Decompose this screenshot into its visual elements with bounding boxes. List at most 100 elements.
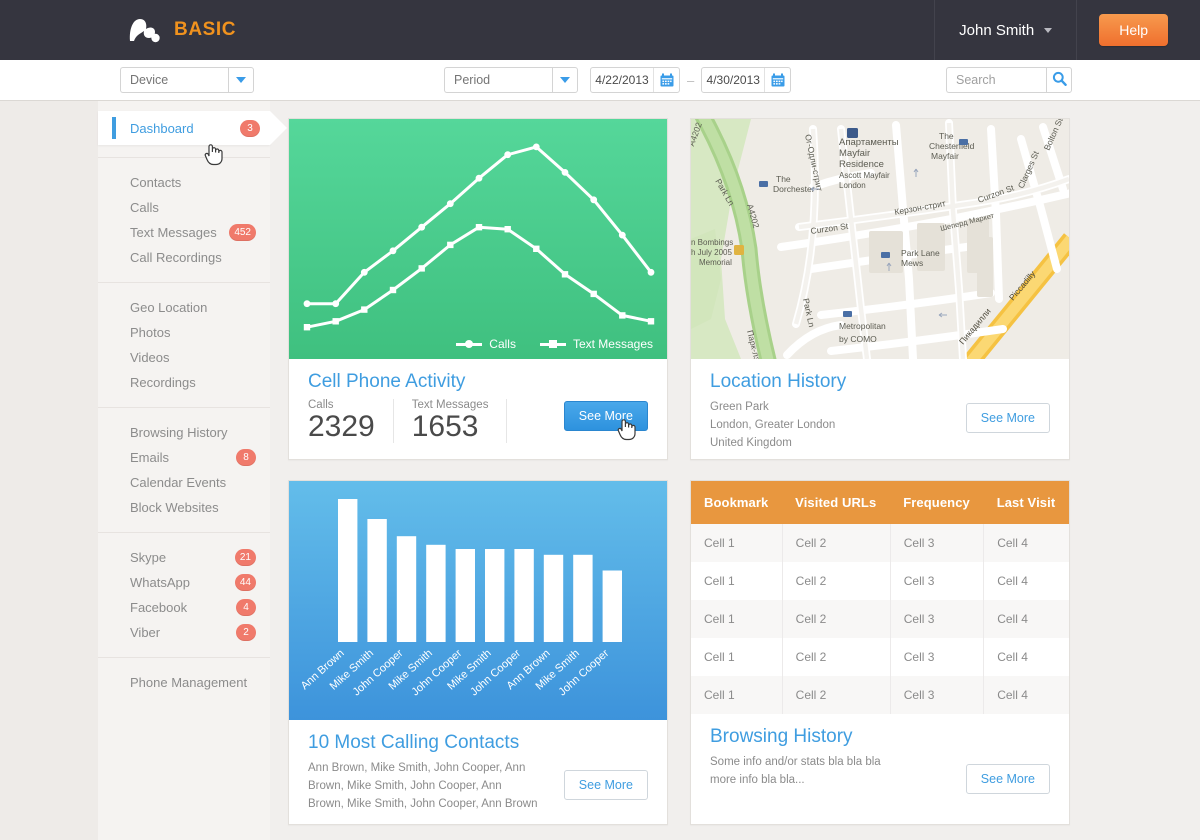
search-button[interactable] bbox=[1046, 67, 1072, 93]
brand: BASIC bbox=[0, 0, 236, 60]
device-selector[interactable] bbox=[120, 67, 254, 93]
legend-item-text-messages: Text Messages bbox=[539, 337, 653, 351]
sidebar-item-skype[interactable]: Skype 21 bbox=[98, 545, 270, 570]
data-point bbox=[618, 231, 626, 239]
status-badge: 3 bbox=[240, 119, 260, 137]
sidebar-item-recordings[interactable]: Recordings bbox=[98, 370, 270, 395]
status-badge: 21 bbox=[234, 549, 256, 566]
data-point bbox=[418, 265, 425, 272]
map-view[interactable]: A4202 Park Ln A4202 Парк-лэйн Park Ln Ог… bbox=[691, 119, 1069, 359]
bar bbox=[602, 570, 622, 642]
data-point bbox=[590, 196, 598, 204]
sidebar-item-browsing-history[interactable]: Browsing History bbox=[98, 420, 270, 445]
status-badge: 44 bbox=[234, 574, 256, 591]
sidebar-item-photos[interactable]: Photos bbox=[98, 320, 270, 345]
see-more-button[interactable]: See More bbox=[563, 770, 648, 800]
sidebar-item-calls[interactable]: Calls bbox=[98, 195, 270, 220]
sidebar-item-block-websites[interactable]: Block Websites bbox=[98, 495, 270, 520]
line-chart-canvas bbox=[289, 119, 667, 359]
map-canvas[interactable]: A4202 Park Ln A4202 Парк-лэйн Park Ln Ог… bbox=[691, 119, 1069, 359]
data-point bbox=[590, 290, 597, 298]
period-dropdown-arrow[interactable] bbox=[552, 67, 578, 93]
table-cell: Cell 4 bbox=[997, 612, 1028, 626]
sidebar-item-viber[interactable]: Viber 2 bbox=[98, 620, 270, 645]
sidebar-item-whatsapp[interactable]: WhatsApp 44 bbox=[98, 570, 270, 595]
table-row[interactable]: Cell 1 Cell 2 Cell 3 Cell 4 bbox=[691, 676, 1069, 714]
table-row[interactable]: Cell 1 Cell 2 Cell 3 Cell 4 bbox=[691, 600, 1069, 638]
see-more-wrap: See More bbox=[965, 764, 1050, 794]
column-header-visited-urls[interactable]: Visited URLs bbox=[782, 481, 891, 524]
svg-text:h July 2005: h July 2005 bbox=[691, 248, 732, 257]
svg-text:Dorchester: Dorchester bbox=[773, 184, 815, 194]
data-point bbox=[361, 306, 368, 313]
see-more-button[interactable]: See More bbox=[965, 403, 1050, 433]
legend-item-calls: Calls bbox=[456, 337, 516, 351]
help-button[interactable]: Help bbox=[1099, 14, 1168, 46]
card-most-calling-contacts: Ann Brown Mike Smith John Cooper Mike Smith… bbox=[288, 480, 668, 825]
date-to-input[interactable] bbox=[702, 68, 765, 92]
column-header-bookmark[interactable]: Bookmark bbox=[691, 481, 783, 524]
sidebar-item-facebook[interactable]: Facebook 4 bbox=[98, 595, 270, 620]
bar-chart-canvas: Ann Brown Mike Smith John Cooper Mike Smith… bbox=[289, 481, 667, 720]
date-from-input[interactable] bbox=[591, 68, 653, 92]
svg-text:Mews: Mews bbox=[901, 258, 923, 268]
table-row[interactable]: Cell 1 Cell 2 Cell 3 Cell 4 bbox=[691, 524, 1069, 562]
data-point bbox=[475, 174, 483, 182]
sidebar-item-label: Recordings bbox=[130, 375, 196, 390]
calendar-icon[interactable] bbox=[764, 68, 790, 92]
sidebar-item-videos[interactable]: Videos bbox=[98, 345, 270, 370]
sidebar-item-label: Emails bbox=[130, 450, 170, 465]
search-input[interactable] bbox=[946, 67, 1046, 93]
sidebar-item-dashboard[interactable]: Dashboard 3 bbox=[98, 111, 287, 145]
table-cell: Cell 3 bbox=[890, 600, 985, 638]
mouse-cursor-icon bbox=[203, 142, 223, 171]
device-input[interactable] bbox=[120, 67, 228, 93]
column-header-last-visit[interactable]: Last Visit bbox=[983, 481, 1069, 524]
svg-text:Park Lane: Park Lane bbox=[901, 248, 940, 258]
date-from-field[interactable] bbox=[590, 67, 680, 93]
sidebar-item-label: Block Websites bbox=[130, 500, 219, 515]
card-body: Cell Phone Activity Calls 2329 Text Mess… bbox=[289, 359, 667, 459]
period-selector[interactable] bbox=[444, 67, 578, 93]
sidebar-item-geo-location[interactable]: Geo Location bbox=[98, 295, 270, 320]
bar bbox=[426, 544, 446, 642]
page-title: Browsing History bbox=[710, 726, 853, 747]
sidebar-item-emails[interactable]: Emails 8 bbox=[98, 445, 270, 470]
sidebar-item-text-messages[interactable]: Text Messages 452 bbox=[98, 220, 270, 245]
sidebar-item-label: Phone Management bbox=[130, 675, 248, 690]
data-point bbox=[360, 268, 368, 276]
table-row[interactable]: Cell 1 Cell 2 Cell 3 Cell 4 bbox=[691, 638, 1069, 676]
table-cell: Cell 2 bbox=[782, 524, 891, 562]
svg-text:Апартаменты: Апартаменты bbox=[839, 137, 899, 148]
data-point bbox=[647, 318, 655, 325]
see-more-button[interactable]: See More bbox=[965, 764, 1050, 794]
table-cell: Cell 4 bbox=[997, 688, 1028, 702]
nav-group-communications: Contacts Calls Text Messages 452 Call Re… bbox=[98, 158, 270, 283]
table-row[interactable]: Cell 1 Cell 2 Cell 3 Cell 4 bbox=[691, 562, 1069, 600]
calendar-icon[interactable] bbox=[653, 68, 679, 92]
metric-calls: Calls 2329 bbox=[308, 399, 394, 443]
sidebar-item-contacts[interactable]: Contacts bbox=[98, 170, 270, 195]
sidebar-item-phone-management[interactable]: Phone Management bbox=[98, 670, 270, 695]
card-cell-phone-activity: Calls Text Messages Cell Phone Activity … bbox=[288, 118, 668, 460]
legend-label: Text Messages bbox=[572, 337, 653, 351]
sidebar-item-calendar-events[interactable]: Calendar Events bbox=[98, 470, 270, 495]
column-header-frequency[interactable]: Frequency bbox=[890, 481, 984, 524]
period-input[interactable] bbox=[444, 67, 552, 93]
left-gutter bbox=[0, 101, 98, 840]
nav-group-internet: Browsing History Emails 8 Calendar Event… bbox=[98, 408, 270, 533]
sidebar-item-call-recordings[interactable]: Call Recordings bbox=[98, 245, 270, 270]
nav-group-management: Phone Management bbox=[98, 658, 270, 707]
date-to-field[interactable] bbox=[701, 67, 792, 93]
sidebar-item-label: Facebook bbox=[130, 600, 188, 615]
table-cell: Cell 4 bbox=[997, 574, 1028, 588]
table-cell: Cell 2 bbox=[782, 562, 891, 600]
top-bar: BASIC John Smith Help bbox=[0, 0, 1200, 60]
bar bbox=[573, 554, 593, 642]
user-menu[interactable]: John Smith bbox=[934, 0, 1078, 60]
sidebar-item-label: Videos bbox=[130, 350, 170, 365]
metric-text-messages: Text Messages 1653 bbox=[412, 399, 508, 443]
card-location-history: A4202 Park Ln A4202 Парк-лэйн Park Ln Ог… bbox=[690, 118, 1070, 460]
search-group bbox=[946, 67, 1072, 93]
device-dropdown-arrow[interactable] bbox=[228, 67, 254, 93]
